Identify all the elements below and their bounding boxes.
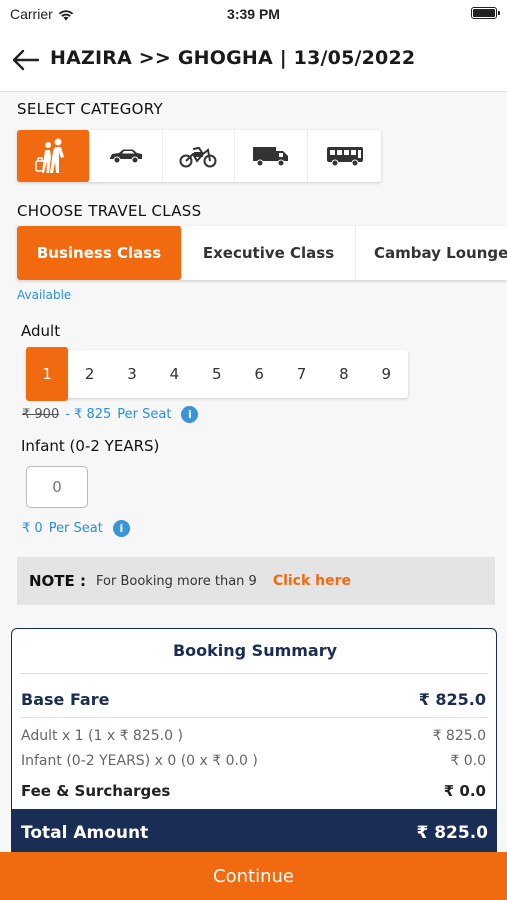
adult-option-9[interactable]: 9: [365, 350, 407, 398]
adult-new-price: - ₹ 825: [65, 407, 112, 422]
infant-fare-label: Infant (0-2 YEARS) x 0 (0 x ₹ 0.0 ): [21, 753, 258, 769]
booking-summary: Booking Summary Base Fare ₹ 825.0 Adult …: [11, 628, 497, 868]
category-truck[interactable]: [235, 130, 309, 182]
class-business[interactable]: Business Class: [17, 226, 182, 280]
adult-old-price: ₹ 900: [22, 407, 60, 422]
category-passenger[interactable]: [17, 130, 90, 182]
class-cambay-lounge[interactable]: Cambay Lounge: [356, 226, 507, 280]
continue-button[interactable]: Continue: [0, 852, 507, 900]
row-divider: [20, 717, 488, 718]
clock: 3:39 PM: [227, 6, 280, 22]
adult-option-2[interactable]: 2: [68, 350, 110, 398]
travel-class-heading: CHOOSE TRAVEL CLASS: [17, 202, 202, 220]
fee-row: Fee & Surcharges ₹ 0.0: [21, 782, 486, 800]
fee-label: Fee & Surcharges: [21, 782, 171, 800]
adult-option-5[interactable]: 5: [196, 350, 238, 398]
category-bus[interactable]: [308, 130, 381, 182]
adult-fare-value: ₹ 825.0: [432, 728, 486, 744]
base-fare-value: ₹ 825.0: [418, 690, 486, 709]
adult-option-7[interactable]: 7: [280, 350, 322, 398]
adult-option-1[interactable]: 1: [26, 347, 69, 401]
note-box: NOTE : For Booking more than 9 Click her…: [17, 557, 495, 605]
car-icon: [109, 149, 142, 164]
total-value: ₹ 825.0: [416, 823, 488, 843]
total-label: Total Amount: [21, 823, 149, 843]
category-car[interactable]: [90, 130, 163, 182]
availability-status: Available: [17, 288, 72, 302]
infant-price-line: ₹ 0 Per Seat i: [22, 520, 130, 537]
back-arrow-icon[interactable]: [12, 48, 40, 72]
base-fare-row: Base Fare ₹ 825.0: [21, 690, 486, 709]
summary-divider: [20, 673, 488, 674]
total-row: Total Amount ₹ 825.0: [21, 823, 488, 843]
adult-option-3[interactable]: 3: [111, 350, 153, 398]
base-fare-label: Base Fare: [21, 690, 110, 709]
adult-option-6[interactable]: 6: [238, 350, 280, 398]
page-title: HAZIRA >> GHOGHA | 13/05/2022: [50, 47, 416, 69]
adult-fare-row: Adult x 1 (1 x ₹ 825.0 ) ₹ 825.0: [21, 728, 486, 744]
adult-label: Adult: [21, 322, 61, 340]
status-bar: Carrier 3:39 PM: [0, 0, 507, 28]
info-icon[interactable]: i: [181, 406, 199, 423]
truck-icon: [253, 147, 289, 167]
infant-price: ₹ 0: [22, 521, 43, 536]
infant-fare-row: Infant (0-2 YEARS) x 0 (0 x ₹ 0.0 ) ₹ 0.…: [21, 753, 486, 769]
fee-value: ₹ 0.0: [443, 782, 486, 800]
motorcycle-icon: [179, 146, 217, 168]
adult-option-8[interactable]: 8: [323, 350, 365, 398]
passenger-icon: [35, 138, 64, 173]
infant-count-input[interactable]: [26, 466, 88, 508]
infant-fare-value: ₹ 0.0: [450, 753, 486, 769]
travel-class-selector: Business Class Executive Class Cambay Lo…: [17, 226, 507, 280]
adult-price-line: ₹ 900 - ₹ 825 Per Seat i: [22, 406, 199, 423]
infant-per-seat: Per Seat: [48, 521, 103, 536]
adult-per-seat: Per Seat: [117, 407, 172, 422]
header: HAZIRA >> GHOGHA | 13/05/2022: [0, 28, 507, 92]
category-selector: [17, 130, 381, 182]
note-label: NOTE :: [29, 572, 87, 590]
booking-form: SELECT CATEGORY CHOOSE TRAVEL CLASS Busi…: [0, 92, 507, 868]
adult-count-selector: 1 2 3 4 5 6 7 8 9: [26, 347, 408, 401]
click-here-link[interactable]: Click here: [273, 573, 351, 589]
note-text: For Booking more than 9: [96, 573, 257, 589]
infant-label: Infant (0-2 YEARS): [21, 437, 160, 455]
category-heading: SELECT CATEGORY: [17, 100, 164, 118]
battery-icon: [471, 7, 500, 19]
bus-icon: [326, 147, 363, 167]
class-executive[interactable]: Executive Class: [182, 226, 356, 280]
info-icon[interactable]: i: [112, 520, 130, 537]
adult-option-4[interactable]: 4: [153, 350, 195, 398]
adult-fare-label: Adult x 1 (1 x ₹ 825.0 ): [21, 728, 183, 744]
category-motorcycle[interactable]: [163, 130, 236, 182]
summary-title: Booking Summary: [172, 641, 338, 660]
